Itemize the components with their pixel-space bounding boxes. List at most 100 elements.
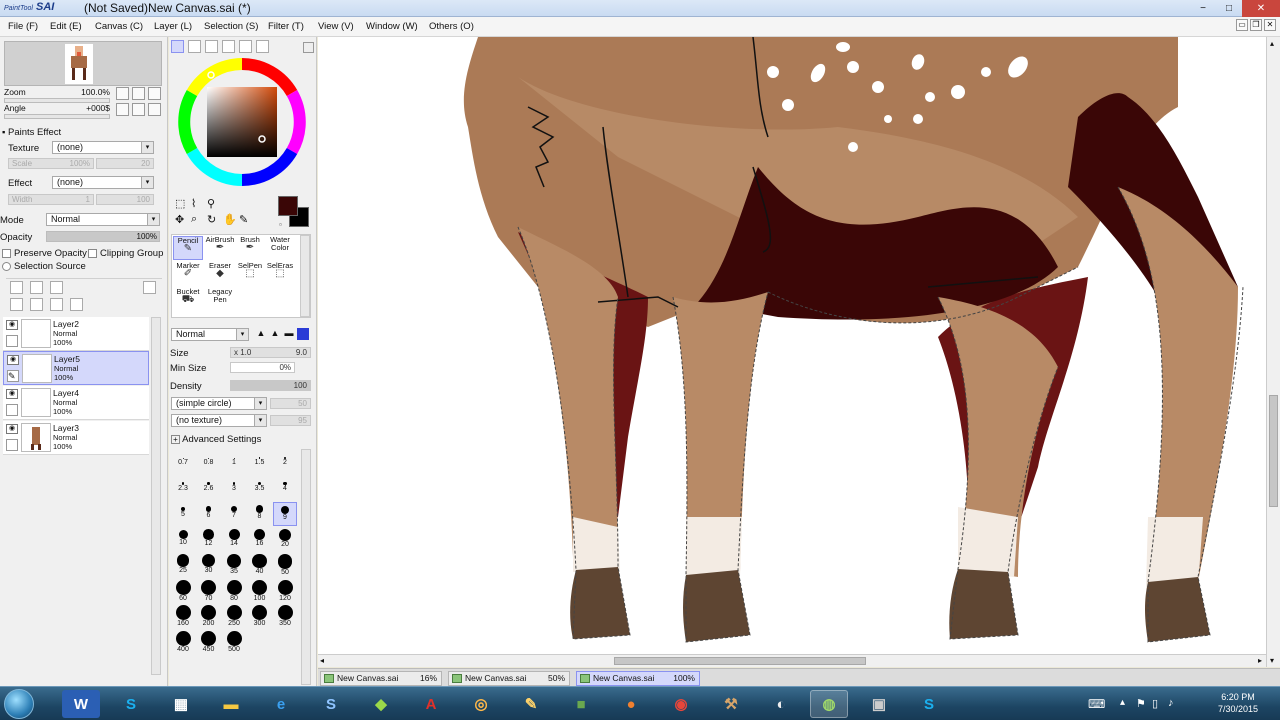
maximize-button[interactable]: □: [1216, 0, 1242, 17]
brush-size-cell[interactable]: 70: [197, 579, 221, 603]
new-layer-button[interactable]: [10, 281, 23, 294]
stylus-app-icon[interactable]: S: [312, 690, 350, 718]
tip-flat-icon[interactable]: ▬: [283, 328, 295, 340]
brush-texture-dropdown[interactable]: (no texture) ▾: [171, 414, 267, 427]
clock[interactable]: 6:20 PM 7/30/2015: [1218, 691, 1258, 715]
panel-collapse-icon[interactable]: [303, 42, 314, 53]
merge-layer-button[interactable]: [30, 298, 43, 311]
mdi-minimize-button[interactable]: ▭: [1236, 19, 1248, 31]
brush-size-cell[interactable]: 14: [222, 528, 246, 552]
tool-seleras[interactable]: SelEras ⬚: [265, 262, 295, 286]
tool-selpen[interactable]: SelPen ⬚: [237, 262, 263, 286]
menu-edit[interactable]: Edit (E): [50, 21, 82, 32]
visibility-eye-icon[interactable]: ◉: [6, 424, 18, 434]
user-swatch-tab-icon[interactable]: [239, 40, 252, 53]
brush-size-cell[interactable]: 16: [248, 528, 272, 552]
advanced-settings-toggle[interactable]: + Advanced Settings: [171, 434, 261, 445]
rect-select-icon[interactable]: ⬚: [175, 197, 185, 210]
scroll-up-icon[interactable]: ▴: [1270, 39, 1274, 48]
tool-legacy-pen[interactable]: Legacy Pen: [205, 288, 235, 316]
scroll-right-icon[interactable]: ▸: [1258, 656, 1262, 665]
rgb-slider-tab-icon[interactable]: [188, 40, 201, 53]
brush-size-cell[interactable]: 40: [248, 553, 272, 577]
brush-size-cell[interactable]: 1: [222, 451, 246, 475]
zoom-reset-button[interactable]: [148, 87, 161, 100]
tip-round-icon[interactable]: ▲: [269, 328, 281, 340]
visibility-eye-icon[interactable]: ◉: [7, 355, 19, 365]
menu-others[interactable]: Others (O): [429, 21, 474, 32]
hand-tool-icon[interactable]: ✋: [223, 213, 237, 226]
brush-size-cell[interactable]: 60: [171, 579, 195, 603]
tool-brush[interactable]: Brush ✒: [237, 236, 263, 260]
transparent-color-icon[interactable]: ▫: [279, 220, 282, 229]
layer-lock-icon[interactable]: [6, 439, 18, 451]
layer-item[interactable]: ◉ Layer4 Normal 100%: [3, 386, 149, 420]
drawing-canvas[interactable]: [318, 37, 1266, 655]
move-icon[interactable]: ✥: [175, 213, 184, 226]
canvas-vertical-scrollbar[interactable]: ▴ ▾: [1266, 37, 1280, 667]
brush-size-cell[interactable]: 2.3: [171, 477, 195, 501]
brush-size-cell[interactable]: 2.6: [197, 477, 221, 501]
density-slider[interactable]: 100: [230, 380, 311, 391]
brush-size-cell[interactable]: 160: [171, 604, 195, 628]
close-button[interactable]: ✕: [1242, 0, 1280, 17]
obs-icon[interactable]: ◐: [762, 690, 800, 718]
hsv-slider-tab-icon[interactable]: [205, 40, 218, 53]
tool-marker[interactable]: Marker ✐: [173, 262, 203, 286]
menu-view[interactable]: View (V): [318, 21, 354, 32]
tool-grid-scrollbar[interactable]: [300, 235, 310, 317]
tool-airbrush[interactable]: AirBrush ✒: [205, 236, 235, 260]
minecraft-icon[interactable]: ■: [562, 690, 600, 718]
zoom-in-button[interactable]: [132, 87, 145, 100]
scratchpad-tab-icon[interactable]: [256, 40, 269, 53]
layer-item[interactable]: ◉ Layer2 Normal 100%: [3, 317, 149, 351]
brush-size-cell[interactable]: 450: [197, 630, 221, 654]
rotate-reset-button[interactable]: [148, 103, 161, 116]
menu-layer[interactable]: Layer (L): [154, 21, 192, 32]
min-size-slider[interactable]: 0%: [230, 362, 295, 373]
brush-size-cell[interactable]: 25: [171, 553, 195, 577]
chrome-icon[interactable]: ◉: [662, 690, 700, 718]
eyedropper-icon[interactable]: ✎: [239, 213, 248, 226]
visibility-eye-icon[interactable]: ◉: [6, 389, 18, 399]
size-slider[interactable]: x 1.0 9.0: [230, 347, 311, 358]
skype-icon-2[interactable]: S: [910, 690, 948, 718]
navigator-preview[interactable]: [4, 41, 162, 86]
start-button[interactable]: [4, 689, 34, 719]
minimize-button[interactable]: −: [1190, 0, 1216, 17]
brush-size-cell[interactable]: 300: [248, 604, 272, 628]
tool-bucket[interactable]: Bucket ⛟: [173, 288, 203, 312]
mdi-restore-button[interactable]: ❐: [1250, 19, 1262, 31]
brush-size-cell[interactable]: 30: [197, 553, 221, 577]
brush-size-cell[interactable]: 8: [248, 502, 272, 526]
firefox-icon[interactable]: ●: [612, 690, 650, 718]
mdi-close-button[interactable]: ✕: [1264, 19, 1276, 31]
tip-hard-icon[interactable]: ▲: [255, 328, 267, 340]
document-tab[interactable]: New Canvas.sai 16%: [320, 671, 442, 686]
texture-dropdown[interactable]: (none) ▾: [52, 141, 154, 154]
brush-size-cell[interactable]: 3.5: [248, 477, 272, 501]
tool-pencil[interactable]: Pencil ✎: [173, 236, 203, 260]
scroll-left-icon[interactable]: ◂: [320, 656, 324, 665]
zoom-out-button[interactable]: [116, 87, 129, 100]
word-icon[interactable]: W: [62, 690, 100, 718]
selection-source-radio[interactable]: Selection Source: [2, 261, 86, 272]
angle-slider[interactable]: [4, 114, 110, 119]
brush-size-cell[interactable]: 9: [273, 502, 297, 526]
new-linework-layer-button[interactable]: [30, 281, 43, 294]
primary-color-swatch[interactable]: [278, 196, 298, 216]
layer-mode-dropdown[interactable]: Normal ▾: [46, 213, 160, 226]
flag-icon[interactable]: ⚑: [1136, 697, 1146, 710]
color-wheel-tab-icon[interactable]: [171, 40, 184, 53]
rotate-tool-icon[interactable]: ↻: [207, 213, 216, 226]
brush-size-cell[interactable]: 4: [273, 477, 297, 501]
visibility-eye-icon[interactable]: ◉: [6, 320, 18, 330]
pencil-app-icon[interactable]: ✎: [512, 690, 550, 718]
volume-icon[interactable]: ♪: [1168, 697, 1174, 709]
film-icon[interactable]: ▦: [162, 690, 200, 718]
layer-lock-icon[interactable]: [6, 335, 18, 347]
network-icon[interactable]: ▯: [1152, 697, 1158, 710]
clipping-group-checkbox[interactable]: Clipping Group: [88, 248, 163, 259]
skype-icon[interactable]: S: [112, 690, 150, 718]
zoom-tool-icon[interactable]: ⌕: [191, 213, 197, 226]
